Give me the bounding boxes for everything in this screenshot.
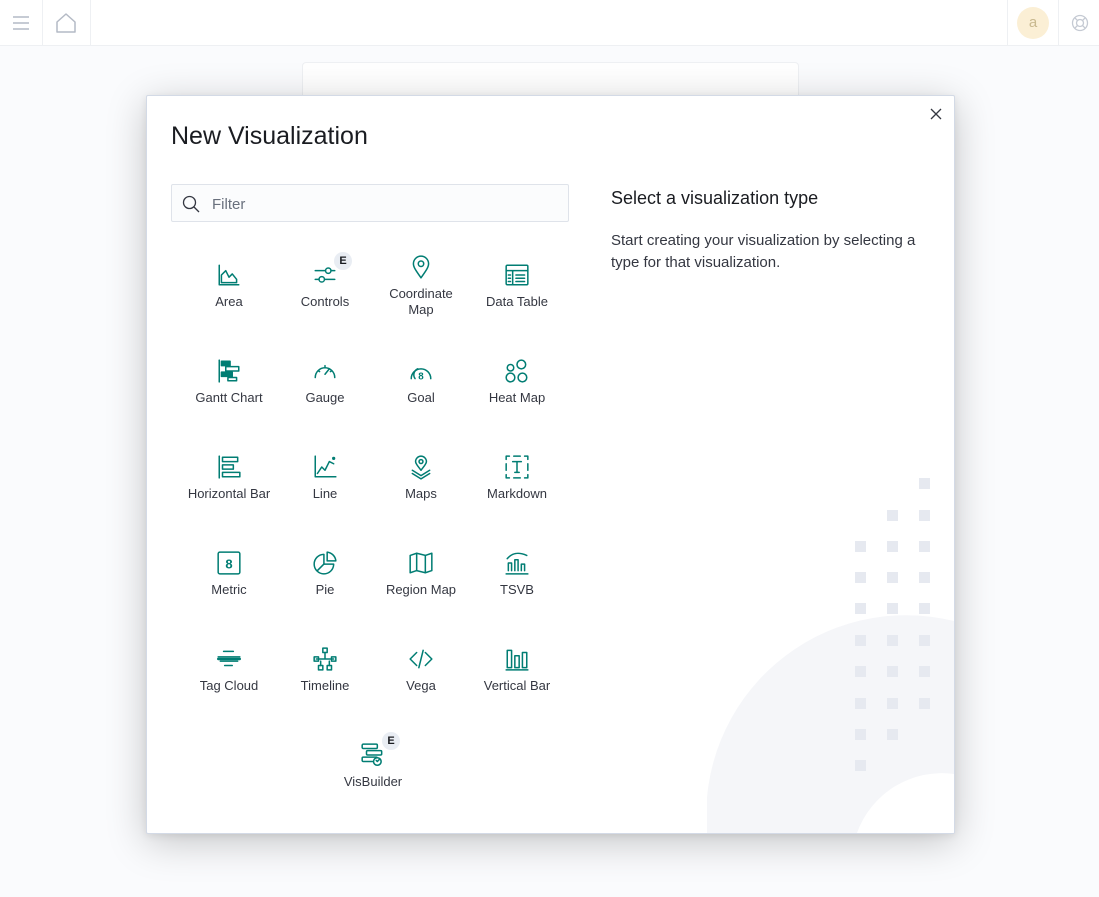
top-header: a (0, 0, 1099, 46)
vis-type-maps[interactable]: Maps (373, 430, 469, 518)
vis-type-label: Tag Cloud (199, 678, 259, 693)
markdown-icon (505, 455, 529, 479)
vis-type-region-map[interactable]: Region Map (373, 526, 469, 614)
vis-type-label: Vertical Bar (483, 678, 551, 693)
vis-type-metric[interactable]: 8 Metric (181, 526, 277, 614)
horizontal-bar-icon (218, 455, 241, 479)
table-icon (505, 264, 529, 286)
vis-type-label: Goal (407, 390, 435, 405)
code-icon (409, 649, 433, 669)
map-pin-icon (412, 255, 430, 279)
vis-type-label: Timeline (300, 678, 350, 693)
pie-chart-icon (313, 551, 337, 575)
vis-type-area[interactable]: Area (181, 238, 277, 326)
vis-type-label: Data Table (486, 294, 548, 309)
goal-icon: 8 (410, 368, 432, 383)
vis-type-gantt-chart[interactable]: Gantt Chart (181, 334, 277, 422)
vis-type-label: Metric (211, 582, 247, 597)
gantt-icon (218, 359, 240, 383)
vis-type-label: Heat Map (488, 390, 546, 405)
vis-type-controls[interactable]: Controls E (277, 238, 373, 326)
modal-title: New Visualization (171, 122, 368, 150)
decorative-illustration (707, 478, 954, 833)
tsvb-icon (505, 552, 529, 575)
tag-cloud-icon (216, 650, 242, 667)
help-button[interactable] (1058, 0, 1099, 45)
search-icon (182, 195, 200, 213)
vis-type-markdown[interactable]: Markdown (469, 430, 565, 518)
vis-type-label: VisBuilder (343, 774, 403, 789)
vis-type-label: Horizontal Bar (187, 486, 271, 501)
user-menu-button[interactable]: a (1007, 0, 1058, 45)
timeline-icon (313, 647, 337, 671)
experimental-badge: E (334, 252, 352, 270)
vis-type-label: Markdown (487, 486, 547, 501)
vertical-bar-icon (505, 649, 529, 671)
line-chart-icon (314, 455, 337, 478)
svg-text:8: 8 (418, 372, 424, 383)
filter-search (171, 184, 569, 223)
visbuilder-icon (361, 743, 383, 767)
maps-icon (411, 455, 431, 480)
vis-type-label: Maps (405, 486, 437, 501)
gauge-icon (314, 364, 336, 379)
vis-type-label: Gantt Chart (195, 390, 263, 405)
vis-type-label: Vega (406, 678, 436, 693)
vis-type-gauge[interactable]: Gauge (277, 334, 373, 422)
vis-type-data-table[interactable]: Data Table (469, 238, 565, 326)
region-map-icon (409, 552, 433, 574)
new-visualization-modal: New Visualization Area Controls E Coordi… (146, 95, 955, 834)
vis-type-label: TSVB (500, 582, 534, 597)
vis-type-label: Controls (300, 294, 350, 309)
vis-type-line[interactable]: Line (277, 430, 373, 518)
vis-type-vega[interactable]: Vega (373, 622, 469, 710)
close-button[interactable] (926, 104, 946, 124)
vis-type-coordinate-map[interactable]: Coordinate Map (373, 238, 469, 326)
vis-type-pie[interactable]: Pie (277, 526, 373, 614)
description-title: Select a visualization type (611, 188, 819, 208)
svg-text:8: 8 (225, 556, 232, 571)
vis-type-heat-map[interactable]: Heat Map (469, 334, 565, 422)
help-icon (1071, 14, 1088, 31)
vis-type-timeline[interactable]: Timeline (277, 622, 373, 710)
heatmap-icon (505, 359, 528, 383)
vis-type-vertical-bar[interactable]: Vertical Bar (469, 622, 565, 710)
vis-type-label: Area (215, 294, 243, 309)
hamburger-icon (13, 15, 29, 30)
avatar: a (1017, 6, 1049, 39)
home-button[interactable] (42, 0, 91, 45)
close-icon (930, 108, 942, 120)
filter-input[interactable] (210, 185, 564, 223)
vis-type-label: Line (312, 486, 338, 501)
vis-type-label: Gauge (305, 390, 345, 405)
menu-button[interactable] (0, 0, 43, 45)
vis-type-label: Pie (315, 582, 335, 597)
area-chart-icon (218, 264, 240, 286)
vis-type-label: Coordinate Map (389, 286, 453, 317)
controls-icon (314, 267, 336, 283)
vis-type-horizontal-bar[interactable]: Horizontal Bar (181, 430, 277, 518)
experimental-badge: E (382, 732, 400, 750)
vis-type-tsvb[interactable]: TSVB (469, 526, 565, 614)
description-text: Start creating your visualization by sel… (611, 232, 916, 271)
metric-icon: 8 (217, 551, 241, 575)
vis-type-tag-cloud[interactable]: Tag Cloud (181, 622, 277, 710)
home-icon (56, 12, 76, 33)
vis-type-visbuilder[interactable]: VisBuilder E (325, 718, 421, 806)
vis-type-goal[interactable]: 8 Goal (373, 334, 469, 422)
vis-type-label: Region Map (385, 582, 457, 597)
